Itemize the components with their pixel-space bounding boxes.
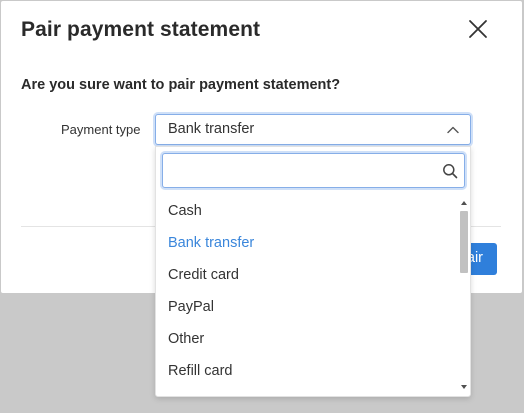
option-other[interactable]: Other xyxy=(156,323,456,355)
dropdown-options: Cash Bank transfer Credit card PayPal Ot… xyxy=(156,195,456,387)
option-cash[interactable]: Cash xyxy=(156,195,456,227)
option-credit-card[interactable]: Credit card xyxy=(156,259,456,291)
payment-type-dropdown: Cash Bank transfer Credit card PayPal Ot… xyxy=(155,146,471,397)
payment-type-label: Payment type xyxy=(61,122,141,137)
dropdown-scrollbar[interactable] xyxy=(458,197,470,393)
scrollbar-thumb[interactable] xyxy=(460,211,468,273)
dropdown-search-box xyxy=(162,153,465,188)
option-refill-card[interactable]: Refill card xyxy=(156,355,456,387)
search-icon xyxy=(443,164,458,179)
close-button[interactable] xyxy=(467,18,489,40)
dialog-title: Pair payment statement xyxy=(21,18,261,41)
confirmation-question: Are you sure want to pair payment statem… xyxy=(21,77,341,93)
scroll-down-arrow-icon[interactable] xyxy=(460,383,468,391)
payment-type-select[interactable]: Bank transfer xyxy=(155,114,471,145)
dropdown-search-input[interactable] xyxy=(163,154,433,187)
close-icon xyxy=(469,20,487,38)
option-paypal[interactable]: PayPal xyxy=(156,291,456,323)
scroll-up-arrow-icon[interactable] xyxy=(460,199,468,207)
option-bank-transfer[interactable]: Bank transfer xyxy=(156,227,456,259)
payment-type-selected-value: Bank transfer xyxy=(168,121,255,137)
chevron-up-icon xyxy=(447,126,459,134)
